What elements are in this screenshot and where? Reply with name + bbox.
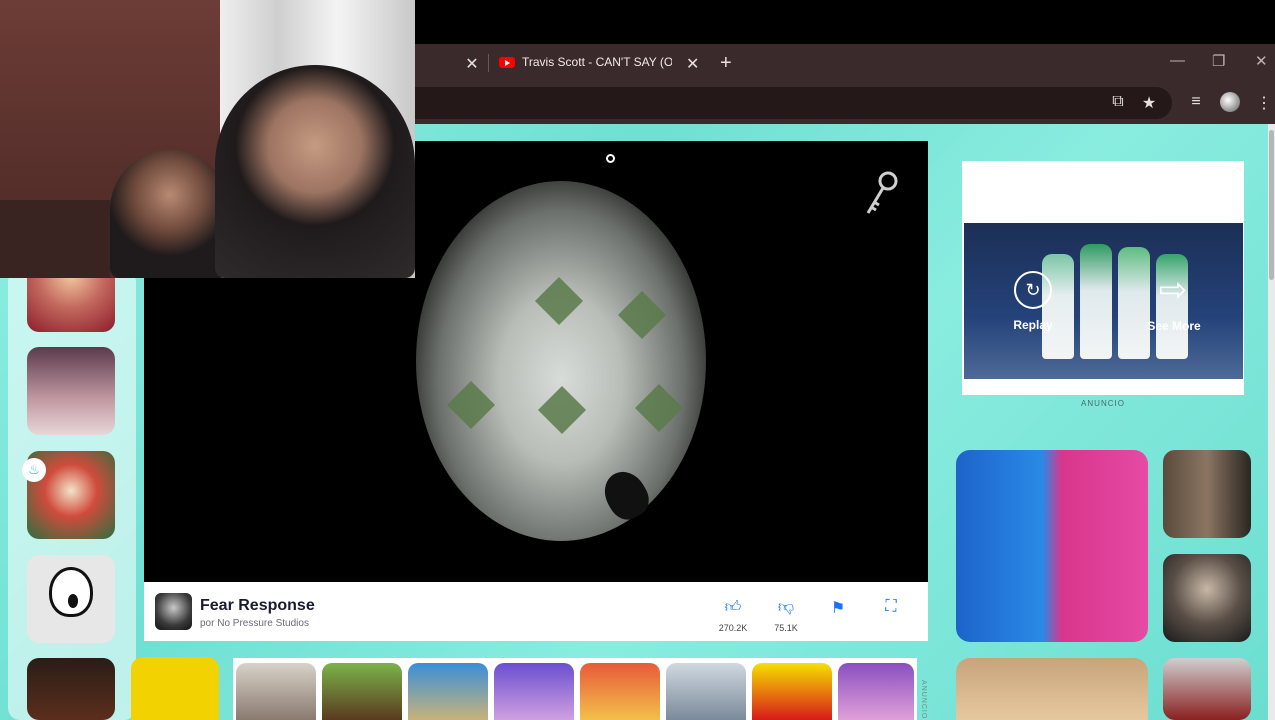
ad-game-thumbnail[interactable] [494,663,574,720]
ad-game-thumbnail[interactable] [666,663,746,720]
product-bottle [1118,247,1150,359]
new-tab-button[interactable]: + [720,52,732,75]
cartoon-face-icon [49,567,93,617]
game-thumbnail[interactable] [1163,658,1251,720]
ad-game-thumbnail[interactable] [580,663,660,720]
replay-icon[interactable]: ↻ [1014,271,1052,309]
profile-avatar[interactable] [1220,92,1240,112]
close-icon[interactable]: ✕ [686,54,699,74]
ad-video[interactable] [964,223,1243,379]
dislike-icon[interactable]: 👎︎ [771,598,801,618]
menu-kebab-icon[interactable]: ⋮ [1254,93,1274,113]
game-developer: por No Pressure Studios [200,618,309,629]
minimize-button[interactable]: — [1170,52,1185,69]
game-thumbnail[interactable] [1163,554,1251,642]
game-thumbnail[interactable] [131,657,219,720]
product-bottle [1080,244,1112,359]
tab-separator [488,54,489,72]
tab-title: Travis Scott - CAN'T SAY (Official [522,55,672,69]
flashlight-view [416,181,706,541]
key-icon [866,171,898,214]
scrollbar-thumb[interactable] [1269,130,1274,280]
ad-vertical-label: ANUNCIO [920,680,927,720]
shelf [0,200,110,278]
ad-game-thumbnail[interactable] [236,663,316,720]
flame-icon: ♨ [22,458,46,482]
streamer-person [215,65,415,278]
ad-game-thumbnail[interactable] [322,663,402,720]
media-control-icon[interactable]: ≡ [1186,93,1206,111]
like-count: 270.2K [718,623,748,633]
ad-game-thumbnail[interactable] [752,663,832,720]
replay-label[interactable]: Replay [1003,318,1063,332]
game-thumbnail[interactable] [27,555,115,643]
ad-game-thumbnail[interactable] [838,663,914,720]
ad-game-thumbnail[interactable] [408,663,488,720]
window-close-button[interactable]: ✕ [1255,52,1268,70]
youtube-icon [499,57,515,68]
tab-youtube[interactable]: Travis Scott - CAN'T SAY (Official ✕ [490,48,712,78]
close-icon[interactable]: ✕ [464,54,480,74]
restore-button[interactable]: ❐ [1212,52,1225,70]
game-logo [155,593,192,630]
game-thumbnail[interactable] [1163,450,1251,538]
crosshair-icon [606,154,615,163]
dislike-count: 75.1K [774,623,798,633]
game-thumbnail[interactable] [27,347,115,435]
install-app-icon[interactable]: ⧉ [1108,93,1128,111]
webcam-overlay [0,0,415,278]
game-thumbnail[interactable] [27,658,115,720]
game-thumbnail-featured[interactable] [956,450,1148,642]
game-title: Fear Response [200,597,315,614]
fullscreen-icon[interactable]: ⛶ [876,598,906,618]
ad-label: ANUNCIO [1081,399,1125,408]
game-thumbnail[interactable] [956,658,1148,720]
report-flag-icon[interactable]: ⚑ [823,598,853,618]
see-more-label[interactable]: See More [1138,319,1210,333]
streamer-person [110,150,230,278]
like-icon[interactable]: 👍︎ [718,598,748,618]
arrow-right-icon[interactable]: ⇨ [1152,270,1194,310]
product-bottle [1042,254,1074,359]
bookmark-star-icon[interactable]: ★ [1139,93,1159,113]
